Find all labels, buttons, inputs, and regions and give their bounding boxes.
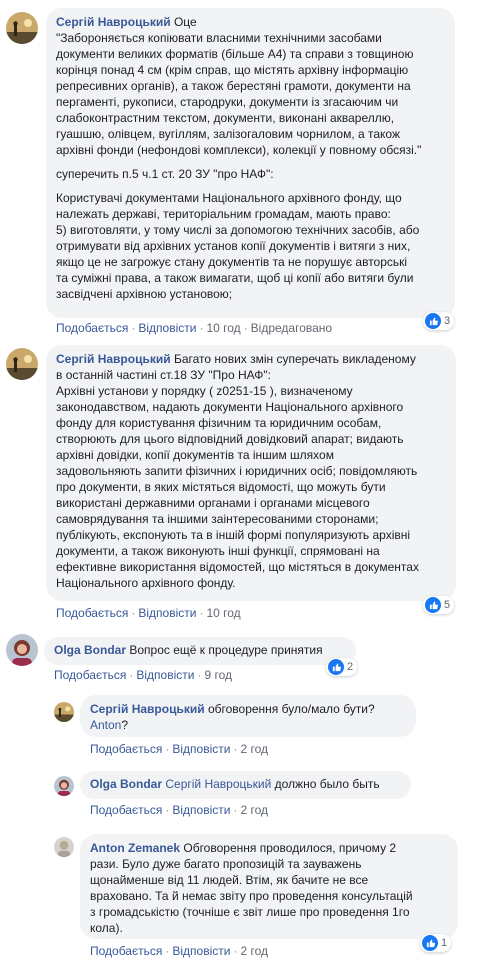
timestamp[interactable]: 2 год <box>240 803 268 817</box>
reactions-count[interactable]: 3 <box>423 312 455 330</box>
reply-text: ? <box>121 718 129 732</box>
avatar[interactable] <box>6 12 38 44</box>
reactions-count[interactable]: 5 <box>423 596 455 614</box>
like-link[interactable]: Подобається <box>56 321 128 335</box>
comment-text: "Забороняється копіювати власними техніч… <box>56 31 422 157</box>
mention-link[interactable]: Anton <box>90 718 121 732</box>
reply-author[interactable]: Сергій Навроцький <box>90 702 205 716</box>
like-link[interactable]: Подобається <box>90 803 162 817</box>
comment-actions: Подобається · Відповісти · 10 год · Відредагов… <box>56 321 333 335</box>
edited-label[interactable]: Відредаговано <box>251 321 332 335</box>
avatar[interactable] <box>6 348 38 380</box>
reply-link[interactable]: Відповісти <box>138 321 196 335</box>
comment-bubble: Сергій Навроцький Багато нових змін супе… <box>46 345 456 601</box>
reply-author[interactable]: Olga Bondar <box>90 777 162 791</box>
reply-actions: Подобається · Відповісти · 2 год <box>90 803 268 817</box>
comment-actions: Подобається · Відповісти · 10 год <box>56 606 241 620</box>
reply-text: должно было быть <box>274 777 380 791</box>
avatar[interactable] <box>54 776 74 796</box>
thumbs-up-icon <box>422 935 438 951</box>
reply-text: Обговорення проводилося, причому 2 рази.… <box>90 841 413 935</box>
reply-text: обговорення було/мало бути? <box>207 702 375 716</box>
comment-text: Користувачі документами Національного ар… <box>56 191 420 301</box>
comment-bubble: Сергій Навроцький Оце "Забороняється коп… <box>46 8 455 318</box>
comment-text: Вопрос ещё к процедуре принятия <box>129 643 323 657</box>
avatar[interactable] <box>54 837 74 857</box>
reactions-number: 5 <box>444 599 451 611</box>
avatar[interactable] <box>6 634 38 666</box>
mention-link[interactable]: Сергій Навроцький <box>165 777 271 791</box>
timestamp[interactable]: 10 год <box>206 321 240 335</box>
reply-bubble: Сергій Навроцький обговорення було/мало … <box>80 695 416 737</box>
comment-author[interactable]: Сергій Навроцький <box>56 15 171 29</box>
reply-link[interactable]: Відповісти <box>138 606 196 620</box>
reply-bubble: Olga Bondar Сергій Навроцький должно был… <box>80 771 411 799</box>
reactions-number: 3 <box>444 315 451 327</box>
avatar[interactable] <box>54 702 74 722</box>
reply-link[interactable]: Відповісти <box>172 742 230 756</box>
reply-actions: Подобається · Відповісти · 2 год <box>90 742 268 756</box>
like-link[interactable]: Подобається <box>56 606 128 620</box>
reply-bubble: Anton Zemanek Обговорення проводилося, п… <box>80 834 458 939</box>
thumbs-up-icon <box>425 597 441 613</box>
comment-actions: Подобається · Відповісти · 9 год <box>54 668 232 682</box>
comment-text: Оце <box>173 15 197 29</box>
thumbs-up-icon <box>425 313 441 329</box>
comment-bubble: Olga Bondar Вопрос ещё к процедуре приня… <box>44 637 356 665</box>
reactions-number: 1 <box>441 937 448 949</box>
reply-link[interactable]: Відповісти <box>172 944 230 958</box>
timestamp[interactable]: 10 год <box>206 606 240 620</box>
reply-link[interactable]: Відповісти <box>136 668 194 682</box>
like-link[interactable]: Подобається <box>54 668 126 682</box>
reactions-number: 2 <box>347 661 354 673</box>
thumbs-up-icon <box>328 659 344 675</box>
reply-author[interactable]: Anton Zemanek <box>90 841 180 855</box>
comment-text: суперечить п.5 ч.1 ст. 20 ЗУ "про НАФ": <box>56 167 274 181</box>
comment-author[interactable]: Сергій Навроцький <box>56 352 171 366</box>
reply-actions: Подобається · Відповісти · 2 год <box>90 944 268 958</box>
reactions-count[interactable]: 2 <box>326 658 358 676</box>
timestamp[interactable]: 9 год <box>204 668 232 682</box>
reactions-count[interactable]: 1 <box>420 934 452 952</box>
timestamp[interactable]: 2 год <box>240 944 268 958</box>
reply-link[interactable]: Відповісти <box>172 803 230 817</box>
like-link[interactable]: Подобається <box>90 742 162 756</box>
comment-author[interactable]: Olga Bondar <box>54 643 126 657</box>
timestamp[interactable]: 2 год <box>240 742 268 756</box>
like-link[interactable]: Подобається <box>90 944 162 958</box>
comment-text: Архівні установи у порядку ( z0251-15 ),… <box>56 384 419 590</box>
